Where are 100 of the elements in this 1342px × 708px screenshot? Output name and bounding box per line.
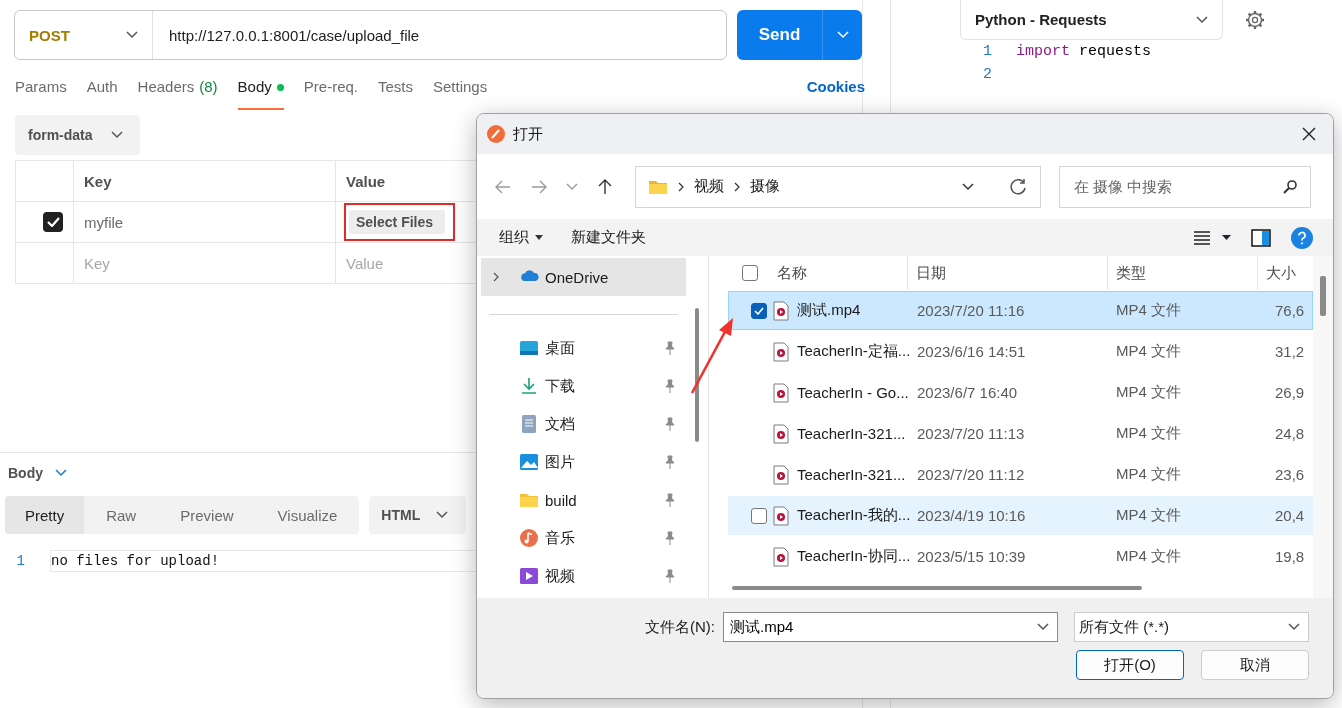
help-icon[interactable] bbox=[1291, 226, 1313, 249]
file-size: 31,2 bbox=[1274, 343, 1306, 360]
scrollbar-thumb[interactable] bbox=[1320, 276, 1326, 316]
url-bar[interactable]: POST http://127.0.0.1:8001/case/upload_file bbox=[14, 10, 727, 60]
file-type: MP4 文件 bbox=[1115, 383, 1182, 402]
request-tab[interactable]: Params bbox=[15, 78, 67, 110]
file-size: 24,8 bbox=[1274, 425, 1306, 442]
toolbar-button[interactable]: 组织 bbox=[499, 228, 543, 247]
file-size: 26,9 bbox=[1274, 384, 1306, 401]
refresh-icon[interactable] bbox=[1008, 176, 1028, 197]
column-header: Key bbox=[74, 161, 336, 202]
column-header[interactable]: 类型 bbox=[1107, 256, 1257, 290]
breadcrumb-item[interactable]: 视频 bbox=[694, 177, 724, 196]
file-date: 2023/4/19 10:16 bbox=[916, 507, 1027, 524]
request-tab[interactable]: Settings bbox=[433, 78, 488, 110]
checkbox[interactable] bbox=[751, 507, 767, 524]
file-row[interactable]: TeacherIn-我的... 2023/4/19 10:16 MP4 文件 20,4 bbox=[728, 496, 1313, 535]
file-row[interactable]: TeacherIn-321... 2023/7/20 11:13 MP4 文件 24,8 bbox=[728, 414, 1313, 453]
filename-input[interactable]: 测试.mp4 bbox=[728, 617, 1037, 637]
file-size: 20,4 bbox=[1274, 507, 1306, 524]
settings-icon[interactable] bbox=[1245, 10, 1265, 30]
request-tab[interactable]: Pre-req. bbox=[303, 78, 358, 110]
scrollbar-thumb[interactable] bbox=[695, 308, 699, 442]
breadcrumb-item[interactable]: 摄像 bbox=[750, 177, 780, 196]
chevron-down-icon bbox=[55, 469, 67, 477]
file-date: 2023/5/15 10:39 bbox=[916, 548, 1027, 565]
up-arrow-icon bbox=[596, 177, 614, 196]
view-tab[interactable]: Raw bbox=[84, 496, 159, 534]
video-file-icon bbox=[773, 341, 789, 362]
body-mode-dropdown[interactable]: form-data bbox=[15, 115, 140, 155]
response-section-title[interactable]: Body bbox=[8, 465, 43, 481]
caret-icon bbox=[836, 31, 849, 39]
file-name: TeacherIn-我的... bbox=[797, 506, 911, 525]
video-file-icon bbox=[773, 505, 789, 526]
request-tab[interactable]: Body bbox=[237, 78, 284, 110]
search-input[interactable]: 在 摄像 中搜索 bbox=[1072, 177, 1282, 196]
filename-field[interactable]: 测试.mp4 bbox=[723, 612, 1058, 642]
file-row[interactable]: TeacherIn-定福... 2023/6/16 14:51 MP4 文件 31,2 bbox=[728, 332, 1313, 371]
video-file-icon bbox=[773, 464, 789, 485]
file-name: 测试.mp4 bbox=[797, 301, 861, 320]
checkbox[interactable] bbox=[751, 302, 767, 319]
column-header[interactable]: 日期 bbox=[907, 256, 1107, 290]
nav-item[interactable]: 文档 bbox=[477, 405, 686, 443]
chevron-down-icon bbox=[110, 131, 123, 139]
preview-pane-icon[interactable] bbox=[1251, 228, 1271, 247]
line-number: 2 bbox=[982, 66, 993, 83]
method-dropdown[interactable]: POST bbox=[15, 11, 153, 59]
nav-item[interactable]: 图片 bbox=[477, 443, 686, 481]
file-date: 2023/7/20 11:16 bbox=[916, 302, 1026, 319]
file-type: MP4 文件 bbox=[1115, 301, 1182, 320]
search-field[interactable]: 在 摄像 中搜索 bbox=[1059, 165, 1311, 208]
chevron-down-icon bbox=[566, 183, 578, 190]
view-tab[interactable]: Preview bbox=[158, 496, 256, 534]
send-button[interactable]: Send bbox=[737, 10, 822, 60]
music-icon bbox=[519, 528, 539, 548]
file-date: 2023/6/7 16:40 bbox=[916, 384, 1019, 401]
nav-item[interactable]: 桌面 bbox=[477, 329, 686, 367]
cookies-link[interactable]: Cookies bbox=[806, 78, 865, 110]
chevron-down-icon bbox=[1196, 15, 1208, 24]
file-size: 23,6 bbox=[1274, 466, 1306, 483]
file-row[interactable]: TeacherIn - Go... 2023/6/7 16:40 MP4 文件 26,9 bbox=[728, 373, 1313, 412]
request-tab[interactable]: Headers (8) bbox=[137, 78, 218, 110]
dialog-button[interactable]: 取消 bbox=[1201, 650, 1309, 680]
checkbox[interactable] bbox=[742, 265, 758, 281]
video-file-icon bbox=[773, 546, 789, 567]
caret-down-icon[interactable] bbox=[1222, 235, 1231, 240]
line-number: 1 bbox=[982, 43, 993, 60]
code-line: import requests bbox=[1016, 43, 1152, 60]
chevron-down-icon bbox=[1288, 623, 1300, 631]
file-name: TeacherIn-定福... bbox=[797, 342, 911, 361]
column-header[interactable]: 名称 bbox=[769, 256, 907, 290]
folder-icon bbox=[648, 178, 668, 195]
chevron-right-icon bbox=[678, 181, 684, 192]
close-icon bbox=[1301, 126, 1317, 142]
app-icon bbox=[487, 125, 505, 143]
file-type-dropdown[interactable]: 所有文件 (*.*) bbox=[1074, 612, 1309, 642]
nav-item[interactable]: OneDrive bbox=[481, 258, 686, 296]
document-icon bbox=[519, 414, 539, 434]
url-field[interactable]: http://127.0.0.1:8001/case/upload_file bbox=[153, 11, 726, 59]
file-row[interactable]: TeacherIn-321... 2023/7/20 11:12 MP4 文件 23,6 bbox=[728, 455, 1313, 494]
file-name: TeacherIn-321... bbox=[797, 425, 906, 442]
address-bar[interactable]: 视频 摄像 bbox=[635, 165, 1041, 208]
file-row[interactable]: 测试.mp4 2023/7/20 11:16 MP4 文件 76,6 bbox=[728, 291, 1313, 330]
select-files-button[interactable]: Select Files bbox=[349, 210, 446, 234]
list-view-icon[interactable] bbox=[1194, 230, 1210, 245]
request-tab[interactable]: Tests bbox=[378, 78, 413, 110]
dialog-button[interactable]: 打开(O) bbox=[1076, 650, 1184, 680]
checkbox[interactable] bbox=[43, 212, 63, 232]
view-tab[interactable]: Pretty bbox=[5, 496, 85, 534]
nav-item[interactable]: build bbox=[477, 481, 686, 519]
language-dropdown[interactable]: Python - Requests bbox=[960, 0, 1223, 40]
toolbar-button[interactable]: 新建文件夹 bbox=[571, 228, 646, 247]
nav-item[interactable]: 下载 bbox=[477, 367, 686, 405]
chevron-right-icon bbox=[734, 181, 740, 192]
file-type: MP4 文件 bbox=[1115, 424, 1182, 443]
view-tab[interactable]: Visualize bbox=[255, 496, 360, 534]
scrollbar-thumb[interactable] bbox=[732, 586, 1142, 590]
file-date: 2023/7/20 11:13 bbox=[916, 425, 1026, 442]
format-dropdown[interactable]: HTML bbox=[369, 496, 467, 534]
request-tab[interactable]: Auth bbox=[86, 78, 118, 110]
